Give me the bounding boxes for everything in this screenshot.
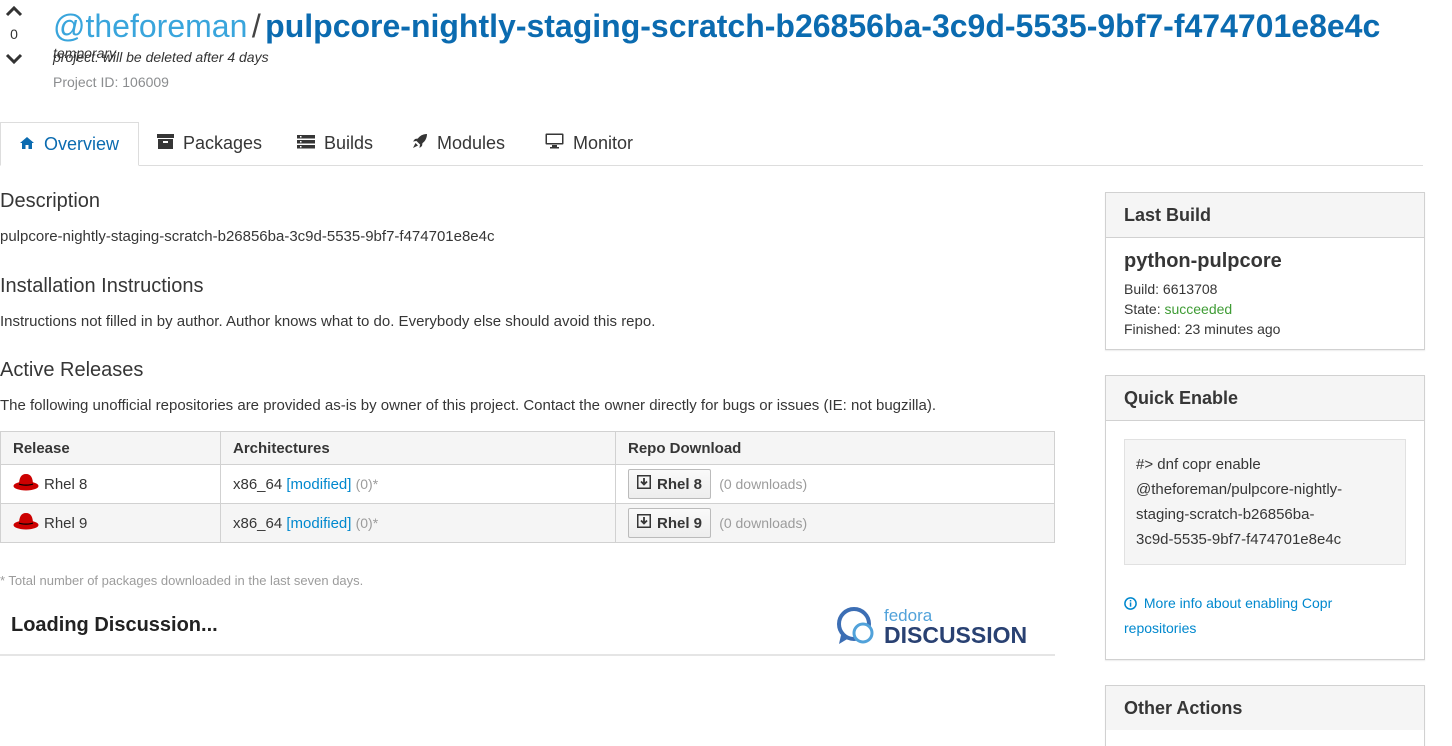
modified-link[interactable]: [modified] (286, 515, 351, 532)
project-id: Project ID: 106009 (53, 74, 169, 90)
title-separator: / (251, 8, 261, 44)
last-build-finished-row: Finished: 23 minutes ago (1124, 319, 1406, 339)
description-text: pulpcore-nightly-staging-scratch-b26856b… (0, 228, 495, 245)
rocket-icon (412, 122, 437, 165)
discussion-bar: Loading Discussion... fedora DISCUSSION (0, 597, 1055, 656)
tab-overview-label: Overview (44, 133, 120, 154)
owner-link[interactable]: @theforeman (53, 8, 247, 44)
repo-download-button[interactable]: Rhel 9 (628, 508, 712, 538)
repo-download-label: Rhel 8 (657, 475, 703, 493)
fedora-discussion-logo: fedora DISCUSSION (836, 605, 1042, 648)
releases-intro: The following unofficial repositories ar… (0, 397, 937, 414)
releases-table: Release Architectures Repo Download Rhel… (0, 431, 1055, 543)
speech-bubble-icon (837, 607, 874, 644)
command-line: 3c9d-5535-9bf7-f474701e8e4c (1136, 531, 1342, 548)
finished-time: 23 minutes ago (1184, 321, 1281, 337)
repo-download-cell: Rhel 9 (0 downloads) (615, 503, 1055, 543)
quick-enable-panel: Quick Enable #> dnf copr enable @thefore… (1105, 375, 1425, 660)
tab-builds[interactable]: Builds (297, 122, 373, 165)
vote-widget: 0 (4, 4, 24, 65)
repo-download-button[interactable]: Rhel 8 (628, 469, 712, 499)
finished-label: Finished: (1124, 321, 1181, 337)
package-count: (0)* (355, 475, 379, 492)
installation-text: Instructions not filled in by author. Au… (0, 313, 656, 330)
architecture-cell: x86_64 [modified] (0)* (220, 503, 616, 543)
table-row: Rhel 8 x86_64 [modified] (0)* Rhel 8 (0 … (0, 464, 1055, 504)
tab-packages[interactable]: Packages (157, 122, 262, 165)
redhat-logo-icon (13, 473, 39, 495)
tab-modules[interactable]: Modules (412, 122, 505, 165)
column-header-release: Release (0, 431, 221, 465)
other-actions-title: Other Actions (1106, 686, 1424, 730)
upvote-chevron-icon[interactable] (5, 4, 23, 17)
arch-name: x86_64 (233, 475, 283, 493)
tab-monitor[interactable]: Monitor (545, 122, 633, 165)
logo-discussion-word: DISCUSSION (884, 622, 1027, 647)
column-header-architectures: Architectures (220, 431, 616, 465)
other-actions-panel: Other Actions (1105, 685, 1425, 746)
temporary-note: project: will be deleted after 4 days (53, 49, 269, 65)
desktop-icon (545, 122, 573, 165)
release-name: Rhel 9 (44, 514, 88, 532)
tab-overview[interactable]: Overview (0, 122, 140, 166)
release-cell: Rhel 9 (0, 503, 221, 543)
last-build-id-row: Build: 6613708 (1124, 279, 1406, 299)
tab-modules-label: Modules (437, 133, 506, 153)
repo-download-cell: Rhel 8 (0 downloads) (615, 464, 1055, 504)
installation-heading: Installation Instructions (0, 275, 204, 297)
command-line: staging-scratch-b26856ba- (1136, 506, 1315, 523)
last-build-title: Last Build (1106, 193, 1424, 238)
info-circle-icon (1124, 595, 1144, 611)
state-label: State: (1124, 301, 1161, 317)
list-icon (297, 122, 324, 165)
home-icon (19, 123, 44, 166)
package-count: (0)* (355, 514, 379, 531)
table-header-row: Release Architectures Repo Download (0, 431, 1055, 465)
download-icon (637, 475, 657, 493)
enable-command-box[interactable]: #> dnf copr enable @theforeman/pulpcore-… (1124, 439, 1406, 565)
downvote-chevron-icon[interactable] (5, 52, 23, 65)
command-line: @theforeman/pulpcore-nightly- (1136, 481, 1343, 498)
archive-icon (157, 122, 183, 165)
more-info-link[interactable]: More info about enabling Copr repositori… (1124, 591, 1406, 641)
repo-download-label: Rhel 9 (657, 514, 703, 532)
loading-discussion-text: Loading Discussion... (11, 614, 218, 636)
last-build-panel: Last Build python-pulpcore Build: 661370… (1105, 192, 1425, 350)
last-build-state-row: State: succeeded (1124, 299, 1406, 319)
build-label: Build: (1124, 281, 1160, 297)
downloads-footnote: * Total number of packages downloaded in… (0, 573, 364, 588)
description-heading: Description (0, 190, 101, 212)
architecture-cell: x86_64 [modified] (0)* (220, 464, 616, 504)
table-row: Rhel 9 x86_64 [modified] (0)* Rhel 9 (0 … (0, 503, 1055, 543)
project-tabs: Overview Packages Builds Modules Monitor (0, 122, 1423, 166)
release-name: Rhel 8 (44, 475, 88, 493)
vote-count: 0 (10, 26, 18, 42)
command-line: #> dnf copr enable (1136, 456, 1261, 473)
tab-packages-label: Packages (183, 133, 263, 153)
quick-enable-title: Quick Enable (1106, 376, 1424, 421)
more-info-text-1: More info about enabling Copr (1143, 595, 1333, 611)
build-id[interactable]: 6613708 (1163, 281, 1218, 297)
release-cell: Rhel 8 (0, 464, 221, 504)
redhat-logo-icon (13, 512, 39, 534)
download-count: (0 downloads) (719, 476, 808, 492)
tab-builds-label: Builds (324, 133, 374, 153)
modified-link[interactable]: [modified] (286, 476, 351, 493)
releases-heading: Active Releases (0, 359, 144, 381)
arch-name: x86_64 (233, 514, 283, 532)
column-header-repo-download: Repo Download (615, 431, 1055, 465)
tab-monitor-label: Monitor (573, 133, 634, 153)
download-icon (637, 514, 657, 532)
last-build-package[interactable]: python-pulpcore (1124, 250, 1406, 273)
download-count: (0 downloads) (719, 515, 808, 531)
project-link[interactable]: pulpcore-nightly-staging-scratch-b26856b… (265, 8, 1380, 44)
build-state: succeeded (1164, 301, 1233, 317)
more-info-text-2: repositories (1124, 620, 1197, 636)
